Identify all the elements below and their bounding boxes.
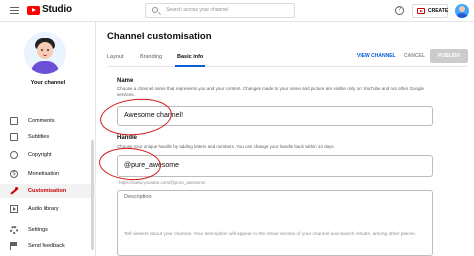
handle-help-text: Choose your unique handle by adding lett…: [117, 144, 335, 149]
sidebar-item-subtitles[interactable]: Subtitles: [0, 130, 96, 144]
description-label: Description: [124, 194, 152, 200]
sidebar-item-label: Settings: [28, 227, 48, 233]
name-label: Name: [117, 78, 134, 84]
sidebar-scrollbar[interactable]: [91, 140, 94, 250]
tab-layout[interactable]: Layout: [107, 54, 124, 60]
handle-label: Handle: [117, 135, 138, 141]
sidebar-item-monetisation[interactable]: $ Monetisation: [0, 167, 96, 181]
subtitles-icon: [10, 133, 18, 141]
sidebar-item-label: Comments: [28, 118, 55, 124]
youtube-logo-icon[interactable]: [27, 6, 40, 15]
tab-basic-info[interactable]: Basic info: [177, 54, 203, 60]
search-placeholder: Search across your channel: [166, 7, 228, 13]
sidebar-item-label: Copyright: [28, 152, 52, 158]
top-bar: Studio Search across your channel ? CREA…: [0, 0, 474, 22]
sidebar-item-label: Audio library: [28, 206, 59, 212]
settings-icon: [10, 226, 18, 234]
help-icon[interactable]: ?: [395, 6, 404, 15]
sidebar-item-label: Customisation: [28, 188, 67, 194]
publish-button[interactable]: PUBLISH: [430, 49, 468, 63]
page-title: Channel customisation: [107, 31, 212, 42]
name-help-text: Choose a channel name that represents yo…: [117, 86, 425, 97]
sidebar-item-comments[interactable]: Comments: [0, 114, 96, 128]
comments-icon: [10, 117, 18, 125]
sidebar-item-label: Send feedback: [28, 243, 65, 249]
sidebar-item-copyright[interactable]: Copyright: [0, 148, 96, 162]
search-input[interactable]: Search across your channel: [145, 3, 295, 18]
studio-label[interactable]: Studio: [42, 4, 72, 15]
handle-field[interactable]: @pure_awesome: [117, 155, 433, 177]
tab-branding[interactable]: Branding: [140, 54, 162, 60]
menu-icon[interactable]: [10, 7, 19, 14]
copyright-icon: [10, 151, 18, 159]
account-avatar[interactable]: [455, 4, 469, 18]
annotation-circle-name: [98, 95, 174, 139]
sidebar: Your channel Comments Subtitles Copyrigh…: [0, 22, 96, 256]
feedback-icon: [10, 242, 18, 250]
create-label: CREATE: [428, 8, 449, 14]
audio-library-icon: [10, 205, 18, 213]
handle-url: https://www.youtube.com/@pure_awesome: [119, 180, 206, 185]
create-button[interactable]: CREATE: [412, 4, 448, 18]
sidebar-item-audio-library[interactable]: Audio library: [0, 202, 96, 216]
sidebar-item-send-feedback[interactable]: Send feedback: [0, 239, 96, 253]
video-camera-icon: [417, 8, 425, 14]
description-placeholder: Tell viewers about your channel. Your de…: [124, 232, 416, 237]
channel-avatar[interactable]: [24, 32, 66, 74]
monetisation-icon: $: [10, 170, 18, 178]
description-field[interactable]: Description Tell viewers about your chan…: [117, 190, 433, 256]
search-icon: [152, 7, 158, 13]
sidebar-item-customisation[interactable]: Customisation: [0, 184, 96, 198]
sidebar-item-settings[interactable]: Settings: [0, 223, 96, 237]
sidebar-item-label: Monetisation: [28, 171, 60, 177]
customisation-icon: [10, 187, 18, 195]
your-channel-label: Your channel: [30, 80, 66, 86]
sidebar-item-label: Subtitles: [28, 134, 50, 140]
cancel-button[interactable]: CANCEL: [404, 53, 425, 59]
active-tab-indicator: [175, 65, 205, 67]
view-channel-button[interactable]: VIEW CHANNEL: [357, 53, 396, 59]
